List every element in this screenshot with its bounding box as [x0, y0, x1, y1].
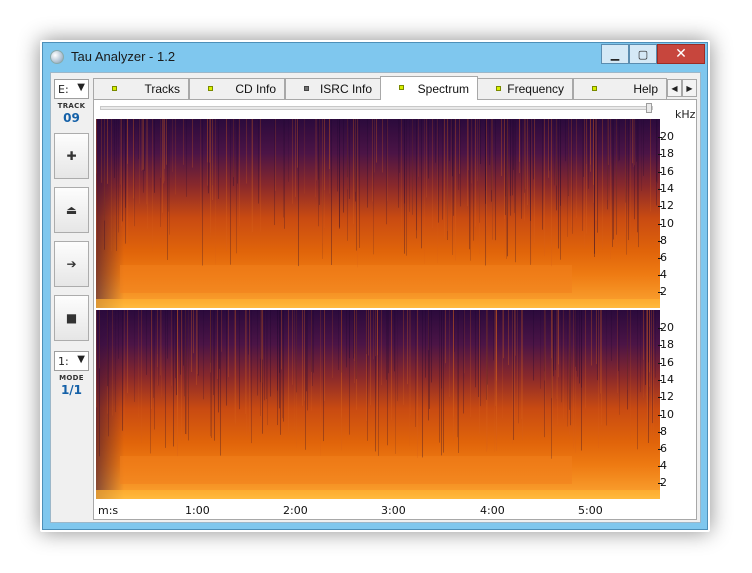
position-slider-track[interactable]	[100, 106, 653, 110]
minimize-icon: ▁	[610, 47, 620, 61]
maximize-icon: ▢	[637, 47, 649, 61]
freq-tick: 14	[658, 182, 674, 195]
stop-button[interactable]: ■	[54, 295, 89, 341]
eject-button[interactable]: ⏏	[54, 187, 89, 233]
app-icon	[50, 50, 64, 64]
freq-tick: 18	[658, 338, 674, 351]
tab-help[interactable]: Help	[573, 78, 667, 99]
stop-icon: ■	[65, 311, 78, 325]
close-icon: ✕	[675, 46, 687, 62]
client-area: E: ▼ TRACK 09 ✚ ⏏ ➔ ■ 1: ▼ MODE 1/1 Trac…	[50, 72, 701, 523]
track-number: 09	[63, 111, 80, 125]
status-led-icon	[208, 86, 213, 91]
tab-label: Frequency	[507, 82, 564, 96]
tab-scroll-left-button[interactable]: ◀	[667, 79, 682, 97]
spectrogram-right-svg	[96, 310, 660, 499]
chevron-down-icon: ▼	[77, 82, 85, 93]
freq-tick: 10	[658, 217, 674, 230]
freq-tick: 14	[658, 373, 674, 386]
play-button[interactable]: ➔	[54, 241, 89, 287]
mode-value: 1/1	[60, 383, 83, 397]
close-button[interactable]: ✕	[657, 44, 705, 64]
freq-tick: 10	[658, 408, 674, 421]
left-toolbar: E: ▼ TRACK 09 ✚ ⏏ ➔ ■ 1: ▼ MODE 1/1	[53, 75, 90, 520]
status-led-icon	[112, 86, 117, 91]
freq-tick: 12	[658, 199, 674, 212]
tab-label: ISRC Info	[319, 82, 372, 96]
tab-label: Tracks	[144, 82, 180, 96]
position-slider-thumb[interactable]	[646, 103, 652, 113]
mode-label: MODE	[59, 374, 84, 382]
freq-tick: 4	[658, 268, 667, 281]
freq-tick: 12	[658, 390, 674, 403]
tab-label: Spectrum	[417, 82, 469, 96]
tab-isrc-info[interactable]: ISRC Info	[285, 78, 381, 99]
status-led-icon	[496, 86, 501, 91]
drive-select[interactable]: E: ▼	[54, 79, 89, 99]
tab-tracks[interactable]: Tracks	[93, 78, 189, 99]
tab-cd-info[interactable]: CD Info	[189, 78, 285, 99]
chevron-right-icon: ▶	[686, 83, 693, 93]
freq-tick: 20	[658, 130, 674, 143]
frequency-axis-left: 20 18 16 14 12 10 8 6 4 2	[658, 119, 696, 308]
tab-spectrum[interactable]: Spectrum	[380, 76, 478, 100]
eject-icon: ⏏	[65, 203, 78, 217]
freq-tick: 8	[658, 234, 667, 247]
app-window: Tau Analyzer - 1.2 ▁ ▢ ✕ E: ▼ TRACK 09 ✚…	[42, 42, 708, 530]
time-unit-label: m:s	[98, 504, 119, 517]
spectrogram-right-channel	[96, 310, 660, 499]
mode-select[interactable]: 1: ▼	[54, 351, 89, 371]
tab-label: Help	[633, 82, 658, 96]
spectrum-panel: kHz 20 18 16 14 12 10 8 6 4 2 20 18 16 1…	[93, 99, 697, 520]
track-label: TRACK	[57, 102, 86, 110]
time-tick: 1:00	[185, 504, 210, 517]
chevron-left-icon: ◀	[671, 83, 678, 93]
spectrogram-left-svg	[96, 119, 660, 308]
plus-icon: ✚	[66, 149, 77, 163]
status-led-icon	[304, 86, 309, 91]
add-button[interactable]: ✚	[54, 133, 89, 179]
frequency-axis-right: 20 18 16 14 12 10 8 6 4 2	[658, 310, 696, 499]
mode-select-value: 1:	[58, 355, 69, 368]
tab-scroll-right-button[interactable]: ▶	[682, 79, 697, 97]
time-tick: 4:00	[480, 504, 505, 517]
status-led-icon	[592, 86, 597, 91]
minimize-button[interactable]: ▁	[601, 44, 629, 64]
spectrogram-left-channel	[96, 119, 660, 308]
freq-tick: 4	[658, 459, 667, 472]
arrow-right-icon: ➔	[66, 257, 77, 271]
freq-tick: 2	[658, 285, 667, 298]
freq-tick: 2	[658, 476, 667, 489]
freq-tick: 16	[658, 356, 674, 369]
freq-tick: 6	[658, 442, 667, 455]
freq-tick: 8	[658, 425, 667, 438]
time-tick: 2:00	[283, 504, 308, 517]
time-tick: 3:00	[381, 504, 406, 517]
time-axis: m:s 1:00 2:00 3:00 4:00 5:00	[96, 499, 660, 517]
chevron-down-icon: ▼	[77, 354, 85, 365]
time-tick: 5:00	[578, 504, 603, 517]
freq-tick: 20	[658, 321, 674, 334]
tab-frequency[interactable]: Frequency	[477, 78, 573, 99]
freq-tick: 6	[658, 251, 667, 264]
tab-label: CD Info	[235, 82, 276, 96]
title-bar[interactable]: Tau Analyzer - 1.2 ▁ ▢ ✕	[43, 43, 707, 71]
maximize-button[interactable]: ▢	[629, 44, 657, 64]
tab-bar: Tracks CD Info ISRC Info Spectrum Freque…	[93, 76, 697, 100]
freq-tick: 18	[658, 147, 674, 160]
window-title: Tau Analyzer - 1.2	[71, 49, 176, 64]
drive-select-value: E:	[58, 83, 69, 96]
freq-tick: 16	[658, 165, 674, 178]
status-led-icon	[399, 85, 404, 90]
